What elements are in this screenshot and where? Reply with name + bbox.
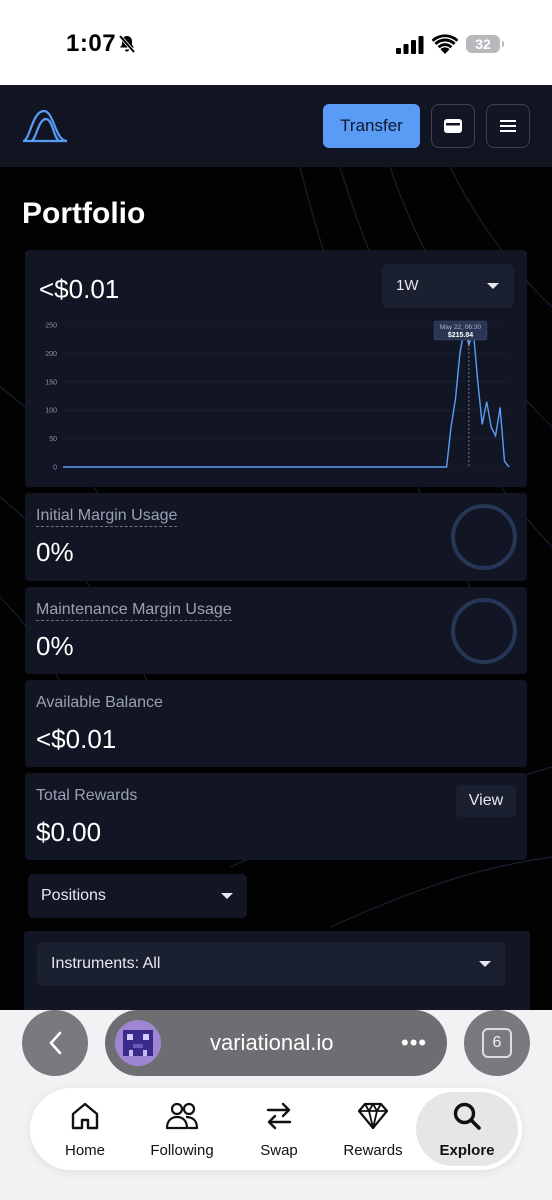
bell-muted-icon [118,34,136,54]
tooltip-date: May 22, 06:30 [440,324,482,331]
wifi-icon [432,34,458,54]
page-title: Portfolio [22,197,146,230]
menu-button[interactable] [486,104,530,148]
y-tick-label: 250 [45,323,57,330]
instruments-label: Instruments: All [51,955,161,972]
total-rewards-label: Total Rewards [36,787,138,804]
transfer-button[interactable]: Transfer [323,104,420,148]
total-rewards-value: $0.00 [36,817,102,847]
site-favicon [115,1020,161,1066]
tooltip-value: $215.84 [448,332,473,339]
y-tick-label: 0 [53,465,57,472]
available-balance-card: Available Balance <$0.01 [25,680,527,767]
status-bar: 1:07 32 [0,0,552,85]
total-rewards-card: Total Rewards $0.00 View [25,773,527,860]
y-tick-label: 50 [49,436,57,443]
chevron-down-icon [221,893,233,899]
positions-label: Positions [41,887,106,904]
chart-tooltip: May 22, 06:30 $215.84 [433,320,488,341]
back-button[interactable] [22,1010,88,1076]
cellular-signal-icon [396,36,424,54]
nav-home[interactable]: Home [44,1092,126,1166]
y-tick-label: 100 [45,408,57,415]
tabs-button[interactable]: 6 [464,1010,530,1076]
initial-margin-card: Initial Margin Usage 0% [25,493,527,581]
battery-indicator: 32 [466,35,504,53]
available-balance-label: Available Balance [36,694,163,711]
view-rewards-button[interactable]: View [456,785,516,817]
more-options-icon[interactable]: ••• [401,1030,427,1056]
chevron-left-icon [49,1031,62,1055]
initial-margin-gauge [451,504,517,570]
positions-select[interactable]: Positions [28,874,247,918]
address-bar[interactable]: variational.io ••• [105,1010,447,1076]
chevron-down-icon [479,961,491,967]
wallet-icon [444,119,462,133]
portfolio-page[interactable]: Portfolio <$0.01 1W 250 200 150 100 50 0 May … [0,167,552,1010]
maintenance-margin-gauge [451,598,517,664]
nav-explore-label: Explore [439,1142,495,1159]
nav-rewards[interactable]: Rewards [330,1092,416,1166]
y-tick-label: 150 [45,379,57,386]
bottom-navigation: Home Following Swap Rewards Explore [30,1088,522,1170]
nav-following[interactable]: Following [136,1092,228,1166]
instruments-select[interactable]: Instruments: All [37,942,505,986]
maintenance-margin-card: Maintenance Margin Usage 0% [25,587,527,674]
hamburger-menu-icon [500,120,516,132]
url-text: variational.io [210,1030,334,1055]
swap-icon [266,1102,292,1130]
status-time: 1:07 [66,30,117,57]
tab-count: 6 [482,1028,512,1058]
portfolio-chart-card: <$0.01 1W 250 200 150 100 50 0 May 22, 06:30 … [25,250,527,487]
app-header: Transfer [0,85,552,167]
available-balance-value: <$0.01 [36,724,117,754]
nav-rewards-label: Rewards [343,1142,403,1159]
y-tick-label: 200 [45,351,57,358]
variational-logo-icon[interactable] [22,107,68,143]
portfolio-line-chart[interactable]: 250 200 150 100 50 0 May 22, 06:30 $215.84 [25,250,527,487]
diamond-icon [357,1102,389,1130]
people-icon [165,1102,199,1130]
maintenance-margin-label[interactable]: Maintenance Margin Usage [36,601,232,621]
portfolio-series-line [63,327,510,468]
initial-margin-label[interactable]: Initial Margin Usage [36,507,178,527]
maintenance-margin-value: 0% [36,631,74,661]
positions-filter-panel: Instruments: All [24,931,530,1010]
nav-explore[interactable]: Explore [416,1092,518,1166]
browser-toolbar: variational.io ••• 6 Home Following Swap… [0,1010,552,1200]
initial-margin-value: 0% [36,537,74,567]
wallet-button[interactable] [431,104,475,148]
nav-home-label: Home [64,1142,105,1159]
nav-following-label: Following [150,1142,214,1159]
search-icon [453,1102,481,1130]
nav-swap-label: Swap [260,1142,298,1159]
nav-swap[interactable]: Swap [238,1092,320,1166]
home-icon [71,1102,99,1130]
